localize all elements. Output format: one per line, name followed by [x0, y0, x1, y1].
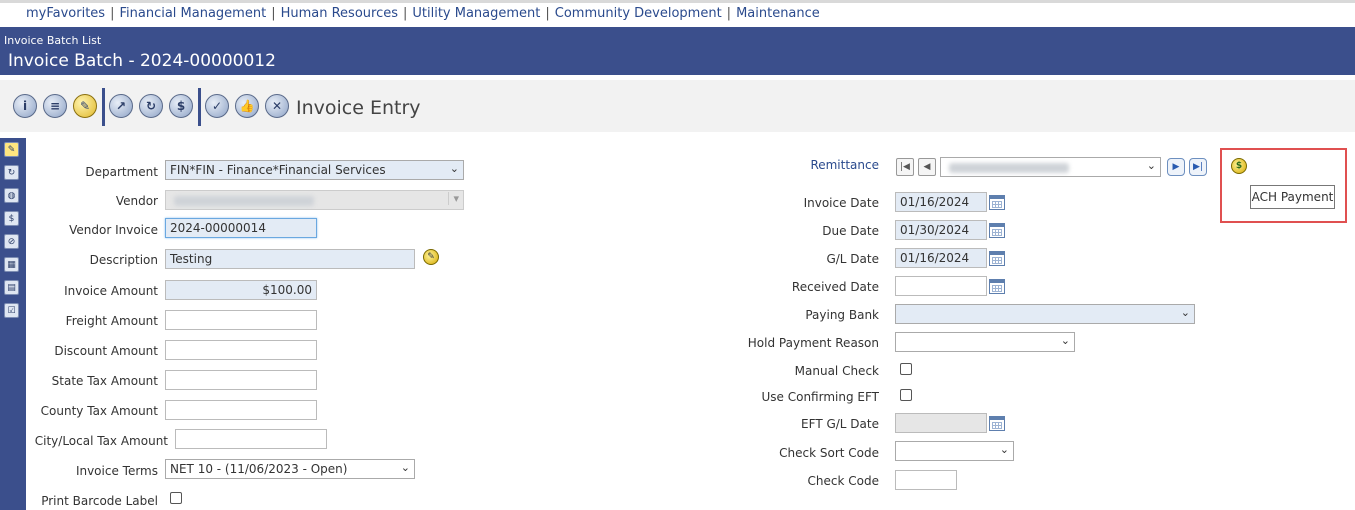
received-date-label: Received Date [791, 280, 879, 294]
nav-myfavorites[interactable]: myFavorites [26, 6, 105, 21]
first-record-icon[interactable]: |◀ [896, 158, 914, 176]
hold-payment-select[interactable]: ⌄ [895, 332, 1075, 352]
edit-icon[interactable]: ✎ [4, 142, 19, 157]
left-sidebar: ✎ ↻ ◍ $ ⊘ ▦ ▤ ☑ [0, 138, 26, 510]
county-tax-input[interactable] [165, 400, 317, 420]
city-tax-input[interactable] [175, 429, 327, 449]
received-date-input[interactable] [895, 276, 987, 296]
hold-payment-label: Hold Payment Reason [747, 336, 879, 350]
chevron-down-icon: ⌄ [999, 443, 1009, 456]
due-date-input[interactable]: 01/30/2024 [895, 220, 987, 240]
paying-bank-select[interactable]: ⌄ [895, 304, 1195, 324]
remittance-select[interactable]: ⌄ [940, 157, 1161, 177]
invoice-terms-select[interactable]: NET 10 - (11/06/2023 - Open) ⌄ [165, 459, 415, 479]
department-label: Department [85, 165, 158, 179]
check-sort-code-select[interactable]: ⌄ [895, 441, 1014, 461]
calendar-icon[interactable] [989, 416, 1005, 431]
calendar-icon[interactable] [989, 279, 1005, 294]
check-code-input[interactable] [895, 470, 957, 490]
gl-date-label: G/L Date [826, 252, 879, 266]
use-confirming-eft-label: Use Confirming EFT [761, 390, 879, 404]
breadcrumb[interactable]: Invoice Batch List [4, 34, 101, 47]
chevron-down-icon: ⌄ [1146, 159, 1156, 172]
check-code-label: Check Code [807, 474, 879, 488]
toolbar-title: Invoice Entry [296, 97, 421, 119]
invoice-terms-label: Invoice Terms [75, 464, 158, 478]
check-sort-code-label: Check Sort Code [779, 446, 879, 460]
dollar-icon[interactable]: $ [169, 94, 193, 118]
send-icon[interactable]: ↗ [109, 94, 133, 118]
manual-check-label: Manual Check [794, 364, 879, 378]
vendor-invoice-input[interactable]: 2024-00000014 [165, 218, 317, 238]
gl-date-input[interactable]: 01/16/2024 [895, 248, 987, 268]
vendor-invoice-label: Vendor Invoice [69, 223, 158, 237]
freight-amount-input[interactable] [165, 310, 317, 330]
reject-icon[interactable]: ✕ [265, 94, 289, 118]
thumbs-up-icon[interactable]: 👍 [235, 94, 259, 118]
nav-human-resources[interactable]: Human Resources [281, 6, 398, 21]
state-tax-label: State Tax Amount [51, 374, 158, 388]
invoice-amount-label: Invoice Amount [64, 284, 158, 298]
vendor-label: Vendor [115, 194, 158, 208]
nav-utility-management[interactable]: Utility Management [412, 6, 540, 21]
nav-financial-management[interactable]: Financial Management [119, 6, 266, 21]
last-record-icon[interactable]: ▶| [1189, 158, 1207, 176]
toolbar-divider [198, 88, 201, 126]
city-tax-label: City/Local Tax Amount [34, 434, 168, 448]
page-title: Invoice Batch - 2024-00000012 [8, 51, 276, 71]
freight-amount-label: Freight Amount [65, 314, 158, 328]
description-input[interactable]: Testing [165, 249, 415, 269]
edit-icon[interactable]: ✎ [73, 94, 97, 118]
chevron-down-icon: ⌄ [1180, 306, 1190, 319]
reject-icon[interactable]: ⊘ [4, 234, 19, 249]
notes-icon[interactable]: ✎ [423, 249, 439, 265]
discount-amount-input[interactable] [165, 340, 317, 360]
chevron-down-icon: ▾ [448, 192, 459, 205]
toolbar-divider [102, 88, 105, 126]
use-confirming-eft-checkbox[interactable] [900, 389, 912, 401]
toolbar: i ≡ ✎ ↗ ↻ $ ✓ 👍 ✕ Invoice Entry [0, 80, 1355, 132]
nav-maintenance[interactable]: Maintenance [736, 6, 820, 21]
department-select[interactable]: FIN*FIN - Finance*Financial Services ⌄ [165, 160, 464, 180]
approve-icon[interactable]: ✓ [205, 94, 229, 118]
globe-icon[interactable]: ◍ [4, 188, 19, 203]
chevron-down-icon: ⌄ [400, 461, 410, 474]
grid-icon[interactable]: ▦ [4, 257, 19, 272]
calendar-icon[interactable] [989, 223, 1005, 238]
description-label: Description [89, 253, 158, 267]
print-barcode-label: Print Barcode Label [41, 494, 158, 508]
list-icon[interactable]: ≡ [43, 94, 67, 118]
county-tax-label: County Tax Amount [40, 404, 158, 418]
manual-check-checkbox[interactable] [900, 363, 912, 375]
invoice-date-label: Invoice Date [803, 196, 879, 210]
highlight-box [1220, 148, 1347, 223]
info-icon[interactable]: i [13, 94, 37, 118]
paying-bank-label: Paying Bank [805, 308, 879, 322]
eft-gl-date-input[interactable] [895, 413, 987, 433]
dollar-icon[interactable]: $ [4, 211, 19, 226]
state-tax-input[interactable] [165, 370, 317, 390]
invoice-amount-input[interactable]: $100.00 [165, 280, 317, 300]
calendar-icon[interactable] [989, 251, 1005, 266]
due-date-label: Due Date [822, 224, 879, 238]
vendor-select[interactable]: ▾ [165, 190, 464, 210]
page-header: Invoice Batch List Invoice Batch - 2024-… [0, 27, 1355, 75]
remittance-label[interactable]: Remittance [760, 158, 879, 172]
discount-amount-label: Discount Amount [54, 344, 158, 358]
next-record-icon[interactable]: ▶ [1167, 158, 1185, 176]
checklist-icon[interactable]: ☑ [4, 303, 19, 318]
print-barcode-checkbox[interactable] [170, 492, 182, 504]
top-nav: myFavorites | Financial Management | Human R… [0, 0, 1355, 27]
nav-community-development[interactable]: Community Development [555, 6, 722, 21]
invoice-date-input[interactable]: 01/16/2024 [895, 192, 987, 212]
chevron-down-icon: ⌄ [449, 162, 459, 175]
eft-gl-date-label: EFT G/L Date [801, 417, 879, 431]
document-icon[interactable]: ▤ [4, 280, 19, 295]
calendar-icon[interactable] [989, 195, 1005, 210]
chevron-down-icon: ⌄ [1060, 334, 1070, 347]
refresh-icon[interactable]: ↻ [4, 165, 19, 180]
refresh-icon[interactable]: ↻ [139, 94, 163, 118]
previous-record-icon[interactable]: ◀ [918, 158, 936, 176]
